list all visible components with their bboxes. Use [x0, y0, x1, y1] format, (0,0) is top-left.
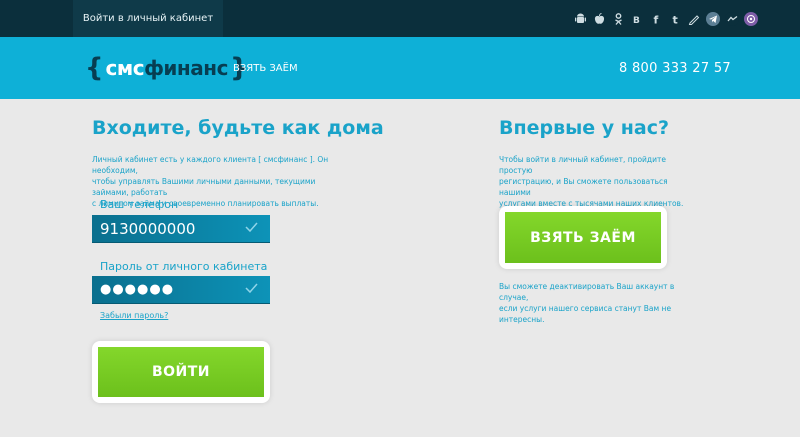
svg-text:B: B: [633, 16, 640, 24]
top-bar: Войти в личный кабинет B f t: [0, 0, 800, 37]
phone-label: Ваш телефон: [100, 198, 179, 211]
logo-bracket-open: {: [85, 53, 104, 83]
deactivate-note-line: если услуги нашего сервиса станут Вам не: [499, 304, 672, 313]
login-description-line: Личный кабинет есть у каждого клиента [ …: [92, 155, 329, 175]
login-button-frame: ВОЙТИ: [92, 341, 270, 403]
odnoklassniki-icon[interactable]: [611, 12, 625, 26]
login-button[interactable]: ВОЙТИ: [98, 347, 264, 397]
messenger-icon[interactable]: [725, 11, 739, 26]
password-label: Пароль от личного кабинета: [100, 260, 268, 273]
telegram-icon[interactable]: [706, 11, 720, 26]
svg-text:t: t: [672, 13, 677, 25]
signup-description-line: регистрацию, и Вы сможете пользоваться н…: [499, 177, 668, 197]
facebook-icon[interactable]: f: [649, 12, 663, 26]
checkmark-icon: [245, 283, 258, 294]
deactivate-note-line: Вы сможете деактивировать Ваш аккаунт в …: [499, 282, 675, 302]
social-links: B f t: [573, 11, 758, 26]
signup-title: Впервые у нас?: [499, 117, 670, 139]
logo-sms: смс: [105, 56, 145, 80]
password-value: ●●●●●●: [100, 282, 175, 297]
vk-icon[interactable]: B: [630, 12, 644, 26]
nav-take-loan[interactable]: ВЗЯТЬ ЗАЁМ: [233, 63, 298, 74]
signup-description: Чтобы войти в личный кабинет, пройдите п…: [499, 154, 699, 209]
login-tab[interactable]: Войти в личный кабинет: [73, 0, 223, 37]
login-description-line: чтобы управлять Вашими личными данными, …: [92, 177, 316, 197]
logo[interactable]: { смс финанс }: [85, 53, 248, 83]
phone-field[interactable]: 9130000000: [92, 215, 270, 243]
take-loan-button[interactable]: ВЗЯТЬ ЗАЁМ: [505, 212, 661, 263]
phone-value: 9130000000: [100, 219, 196, 238]
take-loan-button-frame: ВЗЯТЬ ЗАЁМ: [499, 206, 667, 269]
login-title: Входите, будьте как дома: [92, 117, 384, 139]
android-icon[interactable]: [573, 12, 587, 26]
viber-icon[interactable]: [744, 11, 758, 26]
apple-icon[interactable]: [592, 12, 606, 26]
deactivate-note: Вы сможете деактивировать Ваш аккаунт в …: [499, 281, 699, 325]
signup-description-line: Чтобы войти в личный кабинет, пройдите п…: [499, 155, 666, 175]
checkmark-icon: [245, 222, 258, 233]
deactivate-note-line: интересны.: [499, 315, 545, 324]
logo-finans: финанс: [144, 56, 228, 80]
site-header: { смс финанс } ВЗЯТЬ ЗАЁМ 8 800 333 27 5…: [0, 37, 800, 99]
pen-icon[interactable]: [687, 12, 701, 26]
password-field[interactable]: ●●●●●●: [92, 276, 270, 304]
svg-text:f: f: [653, 13, 658, 25]
forgot-password-link[interactable]: Забыли пароль?: [100, 311, 168, 320]
twitter-icon[interactable]: t: [668, 12, 682, 26]
header-phone[interactable]: 8 800 333 27 57: [619, 61, 731, 76]
